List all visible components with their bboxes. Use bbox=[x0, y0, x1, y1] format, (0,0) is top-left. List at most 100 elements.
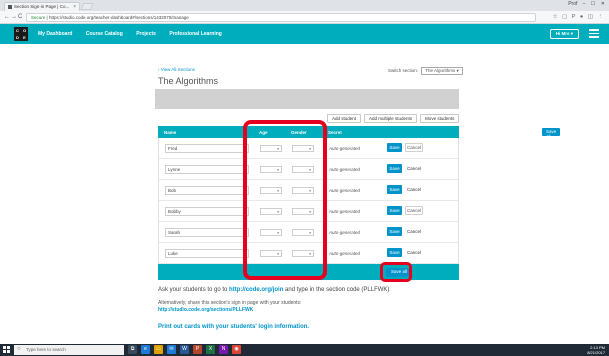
taskbar-app-icon[interactable]: ⧉ bbox=[128, 345, 137, 354]
logo-letter: E bbox=[23, 35, 26, 40]
taskbar-app-icon[interactable]: ▭ bbox=[154, 345, 163, 354]
cancel-row-button[interactable]: Cancel bbox=[407, 166, 421, 171]
menu-kebab-icon[interactable]: ⋮ bbox=[598, 14, 604, 20]
add-student-button[interactable]: Add student bbox=[327, 114, 362, 123]
cancel-row-button[interactable]: Cancel bbox=[407, 250, 421, 255]
tab-title: Section Sign-in Page | Co... bbox=[14, 4, 70, 9]
save-row-button[interactable]: Save bbox=[387, 206, 402, 215]
tray-date[interactable]: 8/21/2017 bbox=[587, 350, 605, 355]
switch-section-label: Switch section: bbox=[388, 68, 419, 73]
nav-my-dashboard[interactable]: My Dashboard bbox=[38, 31, 72, 37]
user-menu-button[interactable]: Hi Mrs ▾ bbox=[549, 29, 579, 39]
hamburger-menu-icon[interactable] bbox=[589, 29, 599, 38]
forward-icon[interactable]: → bbox=[11, 14, 17, 20]
profile-label[interactable]: Prof bbox=[568, 1, 577, 7]
student-name: Bob bbox=[168, 188, 177, 193]
nav-professional-learning[interactable]: Professional Learning bbox=[169, 31, 222, 37]
move-students-button[interactable]: Move students bbox=[420, 114, 460, 123]
save-row-button[interactable]: Save bbox=[387, 143, 402, 152]
logo-letter: O bbox=[22, 28, 27, 33]
taskbar-search-placeholder: Type here to search bbox=[26, 347, 66, 352]
window-controls: Prof – ☐ ✕ bbox=[564, 1, 605, 7]
address-bar: ← → C Secure | https://studio.code.org/t… bbox=[0, 11, 609, 24]
student-name: Sarah bbox=[168, 230, 181, 235]
logo-letter: C bbox=[16, 28, 19, 33]
join-instructions: Ask your students to go to http://code.o… bbox=[158, 287, 389, 293]
code-org-logo[interactable]: C O D E bbox=[14, 27, 28, 41]
taskbar-app-icon[interactable]: ✉ bbox=[167, 345, 176, 354]
taskbar-app-icon[interactable]: X bbox=[206, 345, 215, 354]
student-name-input[interactable]: Luke bbox=[165, 249, 249, 258]
taskbar-app-icon[interactable]: W bbox=[180, 345, 189, 354]
maximize-icon[interactable]: ☐ bbox=[591, 1, 595, 7]
bookmark-star-icon[interactable]: ☆ bbox=[553, 14, 558, 20]
save-row-button[interactable]: Save bbox=[387, 227, 402, 236]
cancel-row-button[interactable]: Cancel bbox=[405, 206, 423, 215]
section-banner bbox=[155, 89, 459, 109]
minimize-icon[interactable]: – bbox=[583, 1, 586, 7]
secret-value: Auto-generated bbox=[329, 251, 361, 256]
extension-red-icon[interactable]: ● bbox=[580, 14, 583, 20]
view-all-sections-link[interactable]: ‹ View All Sections bbox=[158, 67, 195, 72]
browser-extension-icons: ☆ ▢ P ● ◫ ⋮ bbox=[550, 14, 603, 20]
join-text: Ask your students to go to bbox=[158, 287, 230, 293]
extension-icon[interactable]: ▢ bbox=[562, 14, 567, 20]
save-row-button[interactable]: Save bbox=[387, 185, 402, 194]
highlight-age-gender-columns bbox=[243, 120, 327, 280]
student-name: Luke bbox=[168, 251, 178, 256]
student-name-input[interactable]: Lynne bbox=[165, 165, 249, 174]
logo-letter: D bbox=[16, 35, 19, 40]
student-name-input[interactable]: Fred bbox=[165, 144, 249, 153]
windows-taskbar: ○ Type here to search ⧉ e ▭ ✉ W P X N ◉ 2:13 PM … bbox=[0, 344, 609, 356]
taskbar-search-input[interactable]: ○ Type here to search bbox=[14, 345, 124, 355]
new-tab-button[interactable] bbox=[80, 3, 94, 10]
cancel-row-button[interactable]: Cancel bbox=[407, 229, 421, 234]
taskbar-app-icon[interactable]: N bbox=[219, 345, 228, 354]
secure-lock-label: Secure bbox=[31, 15, 46, 20]
nav-projects[interactable]: Projects bbox=[136, 31, 156, 37]
page-title: The Algorithms bbox=[158, 76, 219, 86]
tab-close-icon[interactable]: × bbox=[73, 4, 76, 10]
secret-value: Auto-generated bbox=[329, 188, 361, 193]
column-header-name: Name bbox=[164, 130, 177, 135]
close-window-icon[interactable]: ✕ bbox=[601, 1, 605, 7]
taskbar-app-icon[interactable]: P bbox=[193, 345, 202, 354]
site-header: C O D E My Dashboard Course Catalog Proj… bbox=[0, 24, 609, 44]
student-name-input[interactable]: Bobby bbox=[165, 207, 249, 216]
join-code-text: and type in the section code (PLLFWK) bbox=[283, 287, 390, 293]
reload-icon[interactable]: C bbox=[18, 14, 22, 20]
secret-value: Auto-generated bbox=[329, 146, 361, 151]
favicon-icon bbox=[8, 4, 12, 9]
system-tray: 2:13 PM 8/21/2017 bbox=[587, 345, 605, 355]
share-instructions: Alternatively, share this section's sign… bbox=[158, 300, 302, 306]
secret-value: Auto-generated bbox=[329, 230, 361, 235]
section-signin-link[interactable]: http://studio.code.org/sections/PLLFWK bbox=[158, 307, 253, 313]
cancel-row-button[interactable]: Cancel bbox=[407, 187, 421, 192]
nav-course-catalog[interactable]: Course Catalog bbox=[86, 31, 123, 37]
back-icon[interactable]: ← bbox=[4, 14, 10, 20]
taskbar-app-icon[interactable]: ◉ bbox=[232, 345, 241, 354]
secret-value: Auto-generated bbox=[329, 209, 361, 214]
student-name-input[interactable]: Sarah bbox=[165, 228, 249, 237]
pocket-icon[interactable]: P bbox=[572, 14, 576, 20]
column-header-secret: Secret bbox=[328, 130, 342, 135]
save-row-button[interactable]: Save bbox=[387, 164, 402, 173]
secret-value: Auto-generated bbox=[329, 167, 361, 172]
url-text: https://studio.code.org/teacher-dashboar… bbox=[48, 15, 189, 20]
save-all-header-button[interactable]: Save all bbox=[542, 128, 561, 139]
browser-tab[interactable]: Section Sign-in Page | Co... × bbox=[4, 2, 80, 11]
add-multiple-students-button[interactable]: Add multiple students bbox=[364, 114, 418, 123]
switch-section-select[interactable]: The Algorithms ▾ bbox=[421, 67, 463, 75]
cancel-row-button[interactable]: Cancel bbox=[405, 143, 423, 152]
save-row-button[interactable]: Save bbox=[387, 248, 402, 257]
roster-actions: Add student Add multiple students Move stu… bbox=[324, 114, 460, 123]
taskbar-app-icon[interactable]: e bbox=[141, 345, 150, 354]
search-icon: ○ bbox=[17, 346, 21, 352]
join-link[interactable]: http://code.org/join bbox=[229, 287, 283, 293]
extension-icon-2[interactable]: ◫ bbox=[588, 14, 593, 20]
student-name-input[interactable]: Bob bbox=[165, 186, 249, 195]
highlight-save-all-button bbox=[380, 262, 412, 282]
url-input[interactable]: Secure | https://studio.code.org/teacher… bbox=[26, 13, 536, 22]
print-cards-link[interactable]: Print out cards with your students' logi… bbox=[158, 324, 309, 330]
windows-start-icon[interactable] bbox=[3, 346, 10, 353]
